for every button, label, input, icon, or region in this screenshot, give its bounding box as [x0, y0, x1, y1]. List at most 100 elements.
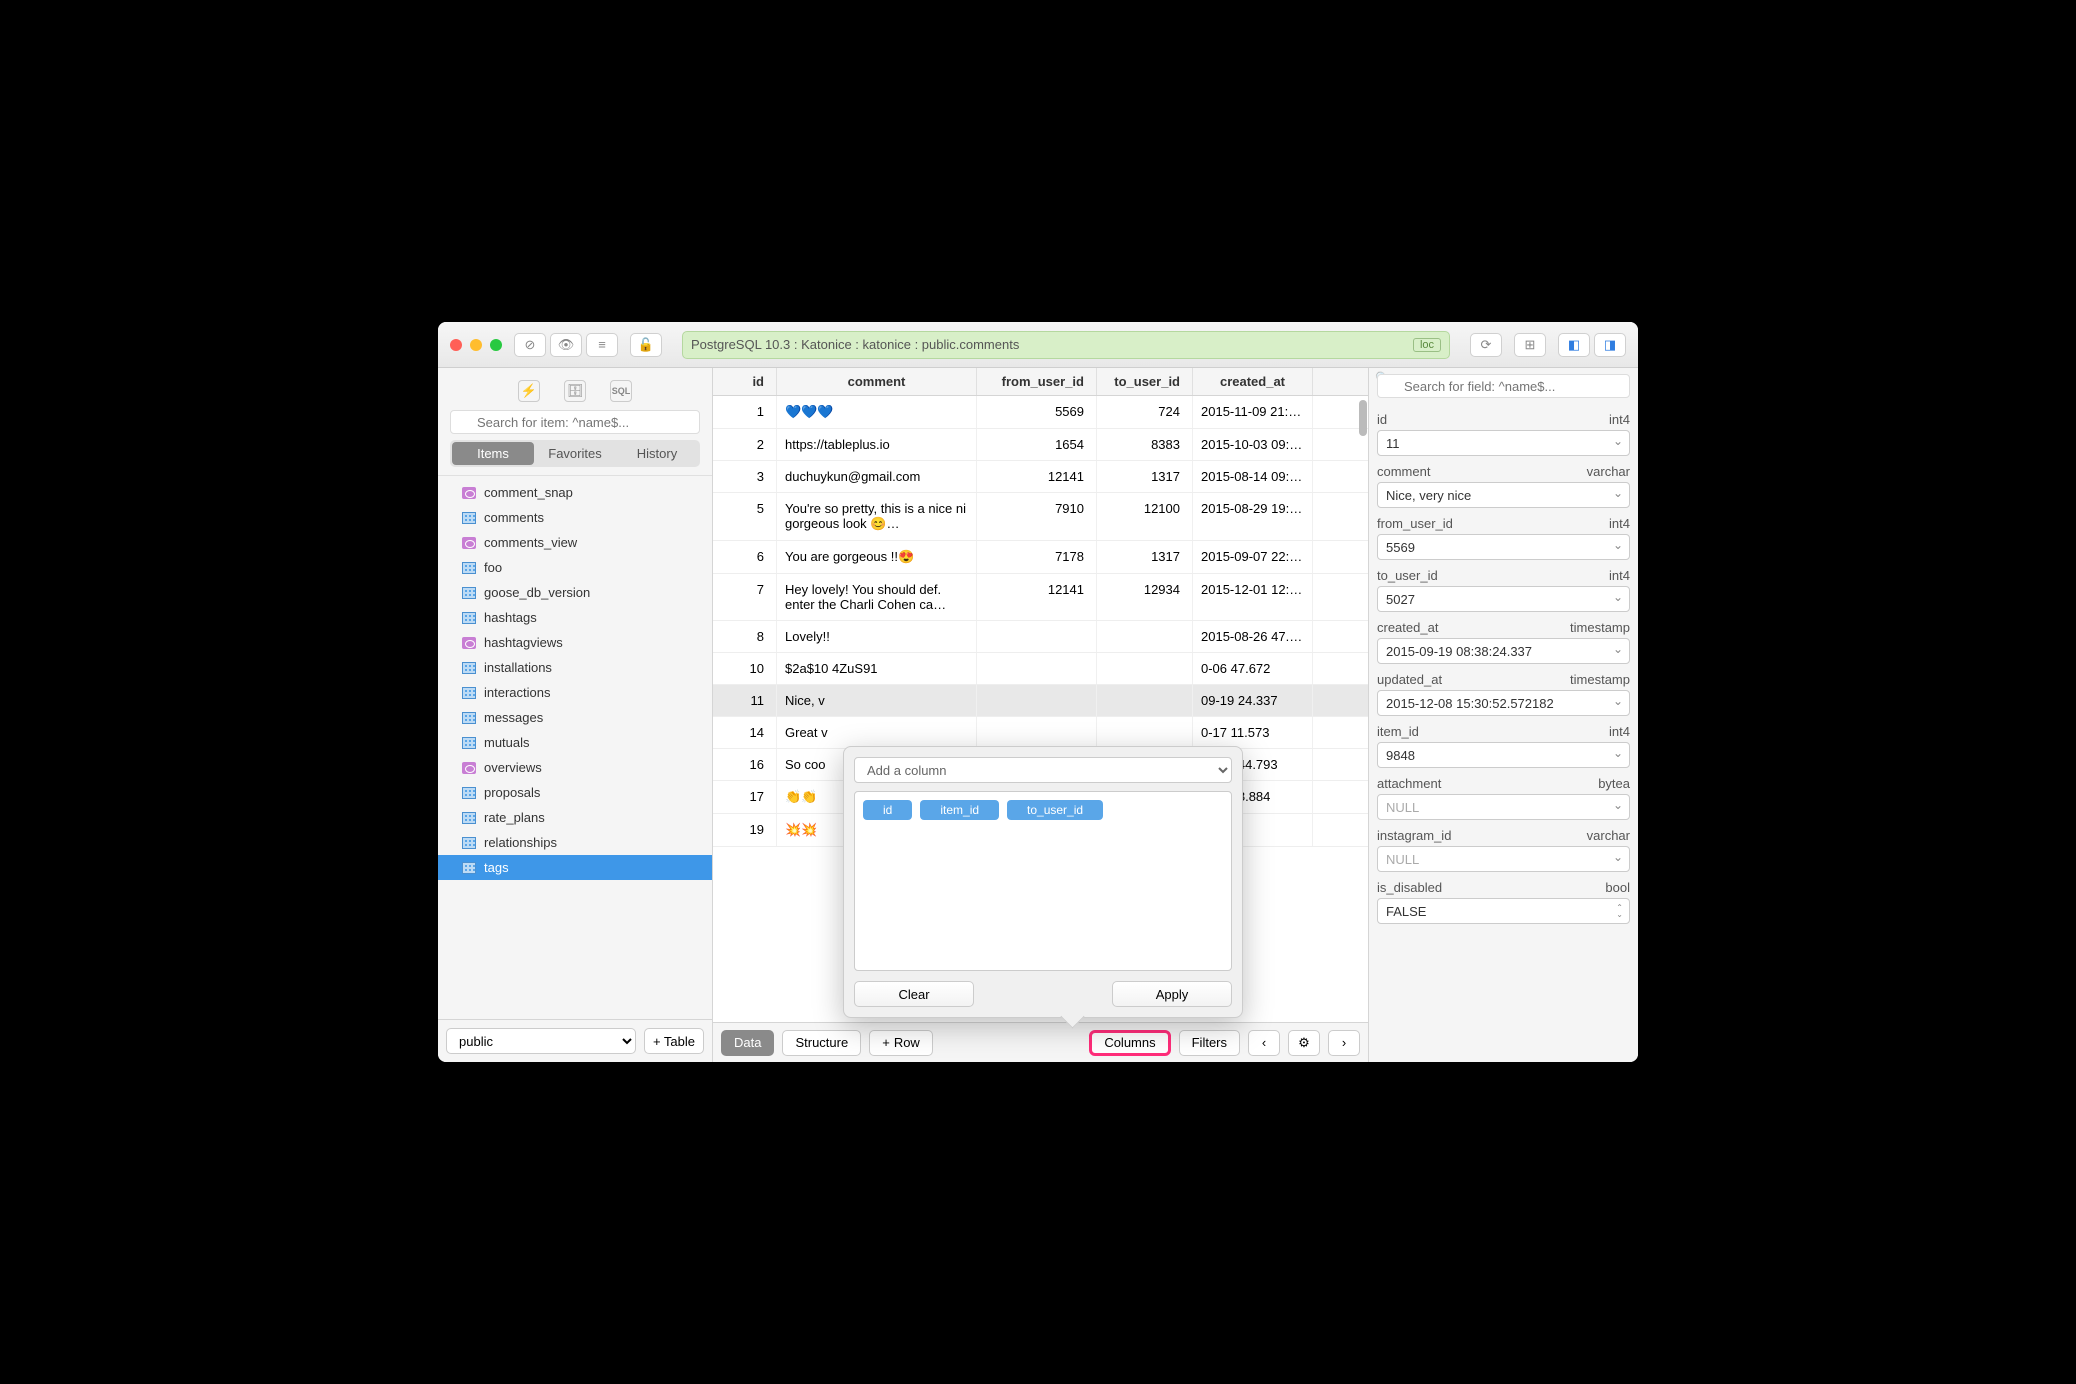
- field-value-from_user_id[interactable]: 5569: [1377, 534, 1630, 560]
- cell[interactable]: 2015-11-09 21:11:21.614: [1193, 396, 1313, 428]
- cell[interactable]: 8383: [1097, 429, 1193, 460]
- cell[interactable]: 724: [1097, 396, 1193, 428]
- field-value-created_at[interactable]: 2015-09-19 08:38:24.337: [1377, 638, 1630, 664]
- cell[interactable]: You are gorgeous !!😍: [777, 541, 977, 573]
- cell[interactable]: 8: [713, 621, 777, 652]
- minimize-window-icon[interactable]: [470, 339, 482, 351]
- table-row[interactable]: 2https://tableplus.io165483832015-10-03 …: [713, 429, 1368, 461]
- cell[interactable]: [1097, 621, 1193, 652]
- field-value-to_user_id[interactable]: 5027: [1377, 586, 1630, 612]
- cell[interactable]: 0-17 11.573: [1193, 717, 1313, 748]
- reload-button[interactable]: ⟳: [1470, 333, 1502, 357]
- data-tab[interactable]: Data: [721, 1030, 774, 1056]
- table-row[interactable]: 11Nice, v09-19 24.337: [713, 685, 1368, 717]
- preview-button[interactable]: 👁: [550, 333, 582, 357]
- sidebar-item-foo[interactable]: foo: [438, 555, 712, 580]
- cell[interactable]: 1317: [1097, 541, 1193, 573]
- prev-page-button[interactable]: ‹: [1248, 1030, 1280, 1056]
- sidebar-item-hashtags[interactable]: hashtags: [438, 605, 712, 630]
- filters-button[interactable]: Filters: [1179, 1030, 1240, 1056]
- cell[interactable]: [1097, 717, 1193, 748]
- cell[interactable]: 2015-10-03 09:40:55.756: [1193, 429, 1313, 460]
- cell[interactable]: 09-19 24.337: [1193, 685, 1313, 716]
- sidebar-item-comments[interactable]: comments: [438, 505, 712, 530]
- sidebar-item-comments_view[interactable]: comments_view: [438, 530, 712, 555]
- col-comment[interactable]: comment: [777, 368, 977, 395]
- tab-favorites[interactable]: Favorites: [534, 442, 616, 465]
- cell[interactable]: Lovely!!: [777, 621, 977, 652]
- col-to-user-id[interactable]: to_user_id: [1097, 368, 1193, 395]
- table-row[interactable]: 3duchuykun@gmail.com1214113172015-08-14 …: [713, 461, 1368, 493]
- cell[interactable]: Nice, v: [777, 685, 977, 716]
- cell[interactable]: 1317: [1097, 461, 1193, 492]
- cell[interactable]: $2a$10 4ZuS91: [777, 653, 977, 684]
- cell[interactable]: Hey lovely! You should def. enter the Ch…: [777, 574, 977, 620]
- connection-bar[interactable]: PostgreSQL 10.3 : Katonice : katonice : …: [682, 331, 1450, 359]
- grid-view-button[interactable]: ⊞: [1514, 333, 1546, 357]
- cell[interactable]: Great v: [777, 717, 977, 748]
- sidebar-item-messages[interactable]: messages: [438, 705, 712, 730]
- cell[interactable]: https://tableplus.io: [777, 429, 977, 460]
- cell[interactable]: 7910: [977, 493, 1097, 540]
- add-table-button[interactable]: + Table: [644, 1028, 704, 1054]
- table-row[interactable]: 14Great v 0-17 11.573: [713, 717, 1368, 749]
- sidebar-item-installations[interactable]: installations: [438, 655, 712, 680]
- cell[interactable]: 16: [713, 749, 777, 780]
- cell[interactable]: 0-06 47.672: [1193, 653, 1313, 684]
- next-page-button[interactable]: ›: [1328, 1030, 1360, 1056]
- sql-icon[interactable]: SQL: [610, 380, 632, 402]
- sidebar-item-tags[interactable]: tags: [438, 855, 712, 880]
- cell[interactable]: 12141: [977, 461, 1097, 492]
- cell[interactable]: 2015-08-26 47.204: [1193, 621, 1313, 652]
- col-id[interactable]: id: [713, 368, 777, 395]
- field-value-is_disabled[interactable]: FALSE: [1377, 898, 1630, 924]
- scrollbar-thumb[interactable]: [1359, 400, 1367, 436]
- cell[interactable]: 2015-08-29 19:47:41.801: [1193, 493, 1313, 540]
- field-value-item_id[interactable]: 9848: [1377, 742, 1630, 768]
- col-created-at[interactable]: created_at: [1193, 368, 1313, 395]
- column-chip[interactable]: id: [863, 800, 912, 820]
- toggle-right-panel-button[interactable]: ◨: [1594, 333, 1626, 357]
- cell[interactable]: 19: [713, 814, 777, 846]
- sidebar-item-hashtagviews[interactable]: hashtagviews: [438, 630, 712, 655]
- sidebar-item-proposals[interactable]: proposals: [438, 780, 712, 805]
- add-column-select[interactable]: Add a column: [854, 757, 1232, 783]
- cell[interactable]: 12141: [977, 574, 1097, 620]
- cell[interactable]: 2: [713, 429, 777, 460]
- cell[interactable]: 7178: [977, 541, 1097, 573]
- table-row[interactable]: 1💙💙💙55697242015-11-09 21:11:21.614: [713, 396, 1368, 429]
- cell[interactable]: 2015-08-14 09:34:56.96: [1193, 461, 1313, 492]
- database-icon[interactable]: 🗄: [564, 380, 586, 402]
- field-value-attachment[interactable]: NULL: [1377, 794, 1630, 820]
- table-row[interactable]: 5You're so pretty, this is a nice ni gor…: [713, 493, 1368, 541]
- add-row-button[interactable]: + Row: [869, 1030, 933, 1056]
- sidebar-item-comment_snap[interactable]: comment_snap: [438, 480, 712, 505]
- cell[interactable]: 6: [713, 541, 777, 573]
- cell[interactable]: 17: [713, 781, 777, 813]
- cell[interactable]: [977, 621, 1097, 652]
- column-chip[interactable]: item_id: [920, 800, 999, 820]
- field-value-instagram_id[interactable]: NULL: [1377, 846, 1630, 872]
- cell[interactable]: 1: [713, 396, 777, 428]
- sidebar-item-overviews[interactable]: overviews: [438, 755, 712, 780]
- cell[interactable]: 14: [713, 717, 777, 748]
- columns-button[interactable]: Columns: [1089, 1030, 1170, 1056]
- cell[interactable]: 💙💙💙: [777, 396, 977, 428]
- cell[interactable]: duchuykun@gmail.com: [777, 461, 977, 492]
- cell[interactable]: [977, 685, 1097, 716]
- apply-button[interactable]: Apply: [1112, 981, 1232, 1007]
- lock-button[interactable]: 🔓: [630, 333, 662, 357]
- sidebar-item-goose_db_version[interactable]: goose_db_version: [438, 580, 712, 605]
- sidebar-item-mutuals[interactable]: mutuals: [438, 730, 712, 755]
- table-row[interactable]: 10$2a$10 4ZuS910-06 47.672: [713, 653, 1368, 685]
- cell[interactable]: 12934: [1097, 574, 1193, 620]
- inspector-search-input[interactable]: [1377, 374, 1630, 398]
- column-chip[interactable]: to_user_id: [1007, 800, 1103, 820]
- cell[interactable]: 1654: [977, 429, 1097, 460]
- toggle-left-panel-button[interactable]: ◧: [1558, 333, 1590, 357]
- table-row[interactable]: 7Hey lovely! You should def. enter the C…: [713, 574, 1368, 621]
- field-value-comment[interactable]: Nice, very nice: [1377, 482, 1630, 508]
- cell[interactable]: 7: [713, 574, 777, 620]
- schema-select[interactable]: public: [446, 1028, 636, 1054]
- cell[interactable]: 5569: [977, 396, 1097, 428]
